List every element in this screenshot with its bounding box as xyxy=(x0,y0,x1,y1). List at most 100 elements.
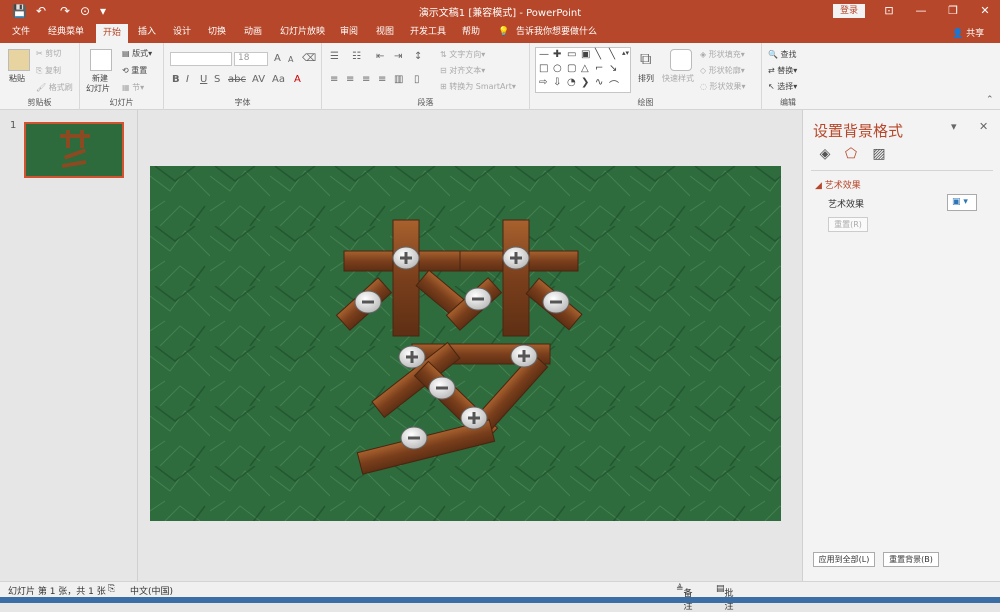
numbering-icon[interactable]: ☷ xyxy=(352,51,361,62)
justify-icon[interactable]: ≡ xyxy=(378,74,386,85)
decrease-font-icon[interactable]: A xyxy=(288,55,293,64)
line-spacing-icon[interactable]: ↕ xyxy=(414,51,422,62)
shape-outline-button[interactable]: ◇ 形状轮廓▾ xyxy=(700,65,745,76)
reset-effects-button[interactable]: 重置(R) xyxy=(828,217,868,232)
artistic-effects-section[interactable]: ◢ 艺术效果 xyxy=(815,178,861,191)
ribbon-display-icon[interactable]: ⊡ xyxy=(878,3,900,19)
decrease-indent-icon[interactable]: ⇤ xyxy=(376,51,384,62)
minimize-icon[interactable]: — xyxy=(910,3,932,19)
paste-button[interactable]: 粘贴 xyxy=(9,73,25,84)
text-direction-button[interactable]: ⇅ 文字方向▾ xyxy=(440,49,485,60)
elbow-shape-icon[interactable]: ⌐ xyxy=(595,63,603,74)
curve-shape-icon[interactable]: ∿ xyxy=(595,77,603,88)
diagonal-shape-icon[interactable]: ╲ xyxy=(595,49,601,60)
smartart-button[interactable]: ⊞ 转换为 SmartArt▾ xyxy=(440,81,516,92)
reset-background-button[interactable]: 重置背景(B) xyxy=(883,552,939,567)
artistic-effects-dropdown[interactable]: ▣ ▾ xyxy=(947,194,977,211)
tab-home[interactable]: 开始 xyxy=(96,24,129,43)
tab-animations[interactable]: 动画 xyxy=(244,26,262,39)
connector-shape-icon[interactable]: ↘ xyxy=(609,63,617,74)
tab-file[interactable]: 文件 xyxy=(12,26,30,39)
reset-slide-button[interactable]: ⟲ 重置 xyxy=(122,65,147,76)
picture-icon[interactable]: ▨ xyxy=(869,144,889,164)
tell-me-search[interactable]: 告诉我你想要做什么 xyxy=(516,26,597,39)
pane-close-icon[interactable]: ✕ xyxy=(979,120,988,133)
increase-font-icon[interactable]: A xyxy=(274,53,281,64)
strikethrough-icon[interactable]: abc xyxy=(228,74,246,85)
down-arrow-shape-icon[interactable]: ⇩ xyxy=(553,77,561,88)
pane-options-icon[interactable]: ▾ xyxy=(951,120,957,133)
fill-icon[interactable]: ◈ xyxy=(815,144,835,164)
effects-icon[interactable]: ⬠ xyxy=(841,144,861,164)
paste-icon[interactable] xyxy=(8,49,30,71)
distribute-icon[interactable]: ▥ xyxy=(394,74,403,85)
copy-button[interactable]: ⎘ 复制 xyxy=(36,65,61,76)
section-button[interactable]: ▦ 节▾ xyxy=(122,82,144,93)
slide-canvas[interactable] xyxy=(150,166,781,521)
shape-fill-button[interactable]: ◈ 形状填充▾ xyxy=(700,49,745,60)
align-right-icon[interactable]: ≡ xyxy=(362,74,370,85)
line-shape-icon[interactable]: — xyxy=(539,49,549,60)
login-button[interactable]: 登录 xyxy=(833,4,865,18)
textbox-shape-icon[interactable]: ▭ xyxy=(567,49,576,60)
shadow-icon[interactable]: S xyxy=(214,74,220,85)
arrow-shape-icon[interactable]: ⇨ xyxy=(539,77,547,88)
diagonal2-shape-icon[interactable]: ╲ xyxy=(609,49,615,60)
tab-insert[interactable]: 插入 xyxy=(138,26,156,39)
rounded-rect-shape-icon[interactable]: ▢ xyxy=(567,63,576,74)
rect-shape-icon[interactable]: □ xyxy=(539,63,548,74)
tab-design[interactable]: 设计 xyxy=(173,26,191,39)
align-center-icon[interactable]: ≡ xyxy=(346,74,354,85)
language-indicator[interactable]: 中文(中国) xyxy=(130,584,173,597)
quick-styles-button[interactable]: 快速样式 xyxy=(662,73,694,84)
close-icon[interactable]: ✕ xyxy=(974,3,996,19)
tab-help[interactable]: 帮助 xyxy=(462,26,480,39)
comments-button[interactable]: ▤ 批注 xyxy=(716,584,734,612)
underline-icon[interactable]: U xyxy=(200,74,207,85)
font-color-icon[interactable]: A xyxy=(294,74,301,85)
maximize-icon[interactable]: ❐ xyxy=(942,3,964,19)
quick-styles-icon[interactable] xyxy=(670,49,692,71)
tab-transitions[interactable]: 切换 xyxy=(208,26,226,39)
tab-review[interactable]: 审阅 xyxy=(340,26,358,39)
triangle-shape-icon[interactable]: △ xyxy=(581,63,589,74)
oval-shape-icon[interactable]: ○ xyxy=(553,63,562,74)
clear-format-icon[interactable]: ⌫ xyxy=(302,53,316,64)
bold-icon[interactable]: B xyxy=(172,74,180,85)
select-button[interactable]: ↖ 选择▾ xyxy=(768,81,797,92)
change-case-icon[interactable]: Aa xyxy=(272,74,285,85)
find-button[interactable]: 🔍 查找 xyxy=(768,49,797,60)
slide-thumbnail[interactable] xyxy=(24,122,124,178)
increase-indent-icon[interactable]: ⇥ xyxy=(394,51,402,62)
share-button[interactable]: 👤 共享 xyxy=(952,26,984,39)
font-size-box[interactable]: 18 xyxy=(234,52,268,66)
arc-shape-icon[interactable]: ⌒ xyxy=(609,77,619,92)
gallery-scroll-icon[interactable]: ▴▾ xyxy=(622,49,629,57)
cross-shape-icon[interactable]: ✚ xyxy=(553,49,561,60)
columns-icon[interactable]: ▯ xyxy=(414,74,420,85)
tab-classic-menu[interactable]: 经典菜单 xyxy=(48,26,84,39)
collapse-ribbon-icon[interactable]: ⌃ xyxy=(986,95,994,105)
arrange-button[interactable]: 排列 xyxy=(638,73,654,84)
callout-shape-icon[interactable]: ◔ xyxy=(567,77,576,88)
tab-developer[interactable]: 开发工具 xyxy=(410,26,446,39)
font-name-box[interactable] xyxy=(170,52,232,66)
format-painter-button[interactable]: 🖌 格式刷 xyxy=(36,82,73,93)
align-left-icon[interactable]: ≡ xyxy=(330,74,338,85)
replace-button[interactable]: ⇄ 替换▾ xyxy=(768,65,797,76)
tab-slideshow[interactable]: 幻灯片放映 xyxy=(280,26,325,39)
shape-effects-button[interactable]: ◌ 形状效果▾ xyxy=(700,81,746,92)
cut-button[interactable]: ✂ 剪切 xyxy=(36,48,61,59)
new-slide-icon[interactable] xyxy=(90,49,112,71)
image-shape-icon[interactable]: ▣ xyxy=(581,49,590,60)
apply-to-all-button[interactable]: 应用到全部(L) xyxy=(813,552,875,567)
italic-icon[interactable]: I xyxy=(186,74,189,85)
chevron-shape-icon[interactable]: ❯ xyxy=(581,77,589,88)
layout-button[interactable]: ▤ 版式▾ xyxy=(122,48,152,59)
tab-view[interactable]: 视图 xyxy=(376,26,394,39)
align-text-button[interactable]: ⊟ 对齐文本▾ xyxy=(440,65,485,76)
bullets-icon[interactable]: ☰ xyxy=(330,51,339,62)
spacing-icon[interactable]: AV xyxy=(252,74,265,85)
arrange-icon[interactable]: ⧉ xyxy=(640,49,651,69)
spell-check-icon[interactable]: ⎘ xyxy=(108,584,115,594)
